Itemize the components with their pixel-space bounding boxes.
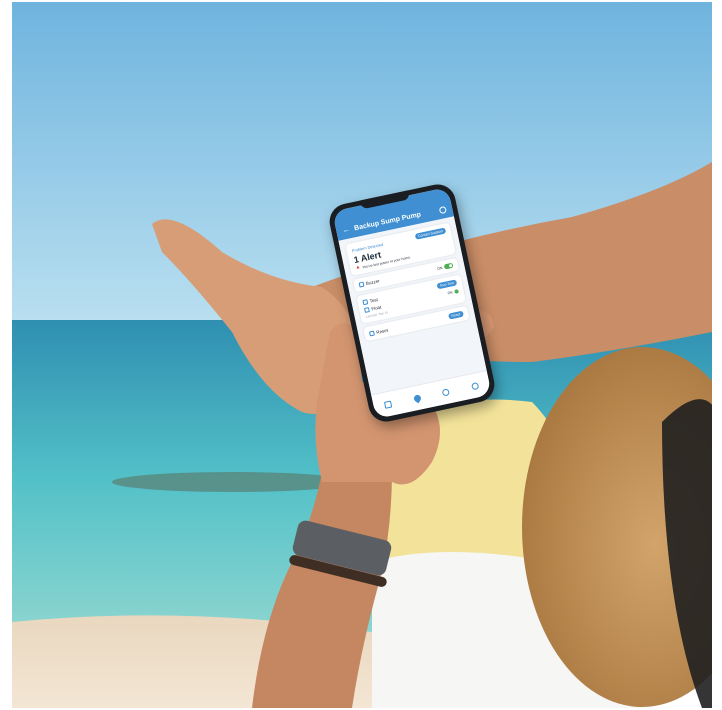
buzzer-toggle[interactable] (443, 262, 454, 270)
reset-icon (368, 330, 375, 336)
back-arrow-icon[interactable]: ← (341, 224, 351, 234)
home-icon[interactable] (384, 399, 393, 409)
rocks (112, 472, 352, 492)
clock-icon[interactable] (441, 387, 451, 397)
help-icon[interactable] (470, 381, 479, 390)
reset-label: Reset (368, 327, 388, 336)
float-state: OK (447, 288, 459, 295)
settings-icon[interactable] (438, 205, 448, 215)
float-icon (364, 307, 370, 313)
water-drop-icon[interactable] (412, 393, 422, 403)
reset-button[interactable]: Reset (447, 310, 464, 320)
status-dot (454, 288, 459, 294)
test-icon (362, 298, 369, 305)
beach-photo: ← Backup Sump Pump Problem Detected Cont… (12, 2, 712, 708)
buzzer-icon (358, 281, 365, 288)
buzzer-label: Buzzer (358, 278, 380, 288)
buzzer-state: ON (437, 262, 454, 271)
app-content: Problem Detected Contact Support 1 Alert… (338, 216, 487, 396)
warning-icon: ▲ (354, 264, 361, 271)
test-label: Test (362, 297, 378, 305)
